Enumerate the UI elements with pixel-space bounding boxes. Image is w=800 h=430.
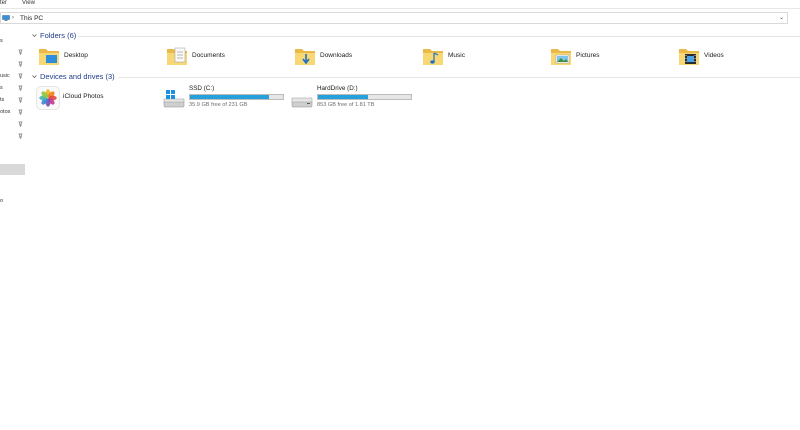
folder-videos[interactable]: Videos [678,45,800,67]
pin-icon[interactable] [18,121,23,127]
pin-icon[interactable] [18,133,23,139]
devices-group-header[interactable]: Devices and drives (3) [30,72,800,82]
breadcrumb-this-pc[interactable]: This PC [20,14,43,23]
nav-item[interactable]: usic [0,73,10,79]
chevron-down-icon[interactable] [32,33,37,38]
folder-label: Desktop [64,52,88,59]
this-pc-icon [2,15,10,21]
icloud-photos-icon [36,86,60,110]
folder-label: Downloads [320,52,353,59]
nav-item[interactable]: o [0,198,3,204]
nav-item[interactable]: ts [0,97,4,103]
drive-usage-fill [190,95,269,99]
devices-group-title: Devices and drives (3) [40,72,115,81]
folder-downloads[interactable]: Downloads [294,45,419,67]
content-pane: Folders (6) Desktop Documents Downloads [28,27,800,430]
drive-name: SSD (C:) [189,85,215,92]
address-bar[interactable]: › This PC ⌄ [0,12,788,24]
folder-pictures[interactable]: Pictures [550,45,675,67]
hard-drive-icon [291,97,313,108]
folders-group-header[interactable]: Folders (6) [30,31,800,41]
group-divider [78,36,800,37]
videos-folder-icon [679,49,699,65]
tab-computer[interactable]: ter [0,0,7,7]
downloads-folder-icon [295,49,315,65]
folder-desktop[interactable]: Desktop [38,45,163,67]
tab-view[interactable]: View [22,0,35,7]
music-folder-icon [423,49,443,65]
pictures-folder-icon [551,49,571,65]
drive-usage-fill [318,95,369,99]
drive-d[interactable]: HardDrive (D:) 853 GB free of 1.81 TB [291,85,416,113]
chevron-down-icon[interactable] [32,74,37,79]
folder-label: Music [448,52,465,59]
icloud-photos-label: iCloud Photos [63,93,104,100]
icloud-photos-item[interactable]: iCloud Photos [36,86,161,112]
drive-usage-bar [317,94,412,100]
pin-icon[interactable] [18,85,23,91]
pin-icon[interactable] [18,73,23,79]
folder-label: Videos [704,52,724,59]
documents-folder-icon [167,47,187,65]
pin-icon[interactable] [18,109,23,115]
folder-label: Pictures [576,52,600,59]
breadcrumb-chevron-icon[interactable]: › [12,14,14,23]
navigation-pane: s usic s ts otos o [0,27,27,430]
drive-free-space: 35.9 GB free of 231 GB [189,102,248,108]
nav-item[interactable]: otos [0,109,10,115]
pin-icon[interactable] [18,49,23,55]
pin-icon[interactable] [18,61,23,67]
folder-music[interactable]: Music [422,45,547,67]
ribbon-tab-strip: ter View [0,0,800,9]
group-divider [118,77,800,78]
folder-label: Documents [192,52,225,59]
nav-item[interactable]: s [0,38,3,44]
drive-c[interactable]: SSD (C:) 35.9 GB free of 231 GB [163,85,288,113]
folders-group-title: Folders (6) [40,31,77,40]
drive-name: HardDrive (D:) [317,85,358,92]
drive-free-space: 853 GB free of 1.81 TB [317,102,375,108]
folder-documents[interactable]: Documents [166,45,291,67]
address-dropdown-icon[interactable]: ⌄ [779,14,784,23]
drive-usage-bar [189,94,284,100]
windows-drive-icon [163,90,185,108]
pin-icon[interactable] [18,97,23,103]
nav-item-this-pc-selected[interactable] [0,164,25,175]
nav-item[interactable]: s [0,85,3,91]
desktop-folder-icon [39,49,59,65]
